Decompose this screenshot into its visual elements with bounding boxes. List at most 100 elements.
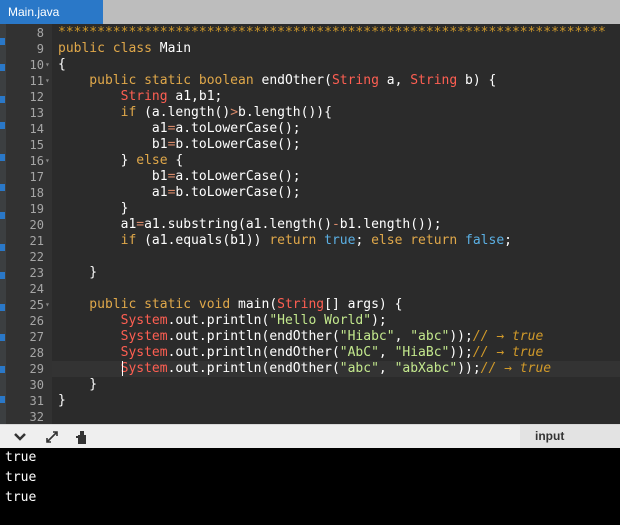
code-token: false <box>465 233 505 248</box>
code-line[interactable]: System.out.println(endOther("Hiabc", "ab… <box>58 329 544 345</box>
code-token: } <box>58 153 137 168</box>
code-token: else return <box>371 233 466 248</box>
code-line[interactable]: String a1,b1; <box>58 89 223 105</box>
code-line[interactable]: public static boolean endOther(String a,… <box>58 73 496 89</box>
line-number: 15 <box>29 138 44 152</box>
line-number: 10 <box>29 58 44 72</box>
marker <box>0 304 5 311</box>
line-number: 29 <box>29 362 44 376</box>
code-token: (a.length() <box>144 105 231 120</box>
line-number: 30 <box>29 378 44 392</box>
line-number: 31 <box>29 394 44 408</box>
code-token: System <box>58 345 168 360</box>
expand-icon[interactable] <box>44 429 60 445</box>
fold-toggle-icon[interactable]: ▾ <box>45 297 50 313</box>
code-token: public static void <box>58 297 239 312</box>
code-token: ; <box>504 233 512 248</box>
code-token: a1,b1; <box>167 89 223 104</box>
marker <box>0 96 5 103</box>
line-number: 25 <box>29 298 44 312</box>
code-line[interactable]: if (a.length()>b.length()){ <box>58 105 332 121</box>
code-line[interactable]: } else { <box>58 153 184 169</box>
code-line[interactable]: System.out.println(endOther("AbC", "HiaB… <box>58 345 544 361</box>
code-line[interactable]: } <box>58 393 66 409</box>
line-number: 11 <box>29 74 44 88</box>
text-cursor <box>122 361 123 376</box>
code-token: public class <box>58 41 160 56</box>
code-token: // → true <box>472 345 544 360</box>
marker <box>0 154 5 161</box>
code-token: b.length()){ <box>238 105 332 120</box>
line-number: 16 <box>29 154 44 168</box>
code-line[interactable]: ****************************************… <box>58 25 606 41</box>
code-line[interactable]: public static void main(String[] args) { <box>58 297 402 313</box>
code-line[interactable]: } <box>58 265 97 281</box>
console-toolbar: input <box>0 424 620 449</box>
code-token: else <box>136 153 168 168</box>
code-token: { <box>167 153 184 168</box>
line-number: 18 <box>29 186 44 200</box>
code-line[interactable]: } <box>58 377 97 393</box>
marker <box>0 64 5 71</box>
code-line[interactable]: { <box>58 57 66 73</box>
fold-toggle-icon[interactable]: ▾ <box>45 57 50 73</box>
code-line[interactable]: System.out.println("Hello World"); <box>58 313 387 329</box>
code-token: , <box>378 345 395 360</box>
code-token: ); <box>371 313 387 328</box>
marker <box>0 38 5 45</box>
code-token: "HiaBc" <box>394 345 450 360</box>
fold-toggle-icon[interactable]: ▾ <box>45 153 50 169</box>
code-token: String <box>331 73 379 88</box>
line-number: 32 <box>29 410 44 424</box>
marker <box>0 396 5 403</box>
code-token: "abc" <box>410 329 450 344</box>
code-line[interactable]: if (a1.equals(b1)) return true; else ret… <box>58 233 512 249</box>
line-number: 26 <box>29 314 44 328</box>
marker <box>0 184 5 191</box>
code-line[interactable]: b1=b.toLowerCase(); <box>58 137 301 153</box>
line-number: 13 <box>29 106 44 120</box>
code-token: a1 <box>58 217 137 232</box>
line-number: 17 <box>29 170 44 184</box>
code-token: // → true <box>480 361 552 376</box>
code-token: )); <box>449 345 473 360</box>
code-token: - <box>331 217 340 232</box>
input-label[interactable]: input <box>535 429 564 443</box>
line-number: 21 <box>29 234 44 248</box>
code-token: b.toLowerCase(); <box>175 185 301 200</box>
line-number: 22 <box>29 250 44 264</box>
line-number: 27 <box>29 330 44 344</box>
code-token: , <box>378 361 395 376</box>
code-token: )); <box>457 361 481 376</box>
fold-toggle-icon[interactable]: ▾ <box>45 73 50 89</box>
marker <box>0 334 5 341</box>
code-token: a1 <box>58 121 168 136</box>
code-token: b.toLowerCase(); <box>175 137 301 152</box>
code-token: a.toLowerCase(); <box>175 121 301 136</box>
chevron-down-icon[interactable] <box>12 429 28 445</box>
code-token: (a1.equals(b1)) <box>144 233 270 248</box>
code-token: .out.println(endOther( <box>167 345 340 360</box>
code-token: } <box>58 201 129 216</box>
line-number: 24 <box>29 282 44 296</box>
code-token: = <box>136 217 145 232</box>
code-line[interactable]: b1=a.toLowerCase(); <box>58 169 301 185</box>
code-line[interactable]: a1=a.toLowerCase(); <box>58 121 301 137</box>
code-token: "abc" <box>339 361 379 376</box>
code-token: "Hiabc" <box>339 329 395 344</box>
line-number: 14 <box>29 122 44 136</box>
line-number: 28 <box>29 346 44 360</box>
code-line[interactable]: } <box>58 201 129 217</box>
marker <box>0 122 5 129</box>
tab-main-java[interactable]: Main.java <box>0 0 103 24</box>
code-token: // → true <box>472 329 544 344</box>
console-line: true <box>5 470 37 485</box>
clear-console-icon[interactable] <box>74 429 90 445</box>
tab-bar: Main.java <box>0 0 620 24</box>
code-line[interactable]: a1=a1.substring(a1.length()-b1.length())… <box>58 217 442 233</box>
code-line[interactable]: System.out.println(endOther("abc", "abXa… <box>58 361 552 377</box>
code-token: "abXabc" <box>394 361 458 376</box>
code-editor[interactable]: ****************************************… <box>52 24 620 424</box>
code-line[interactable]: public class Main <box>58 41 191 57</box>
code-line[interactable]: a1=b.toLowerCase(); <box>58 185 301 201</box>
